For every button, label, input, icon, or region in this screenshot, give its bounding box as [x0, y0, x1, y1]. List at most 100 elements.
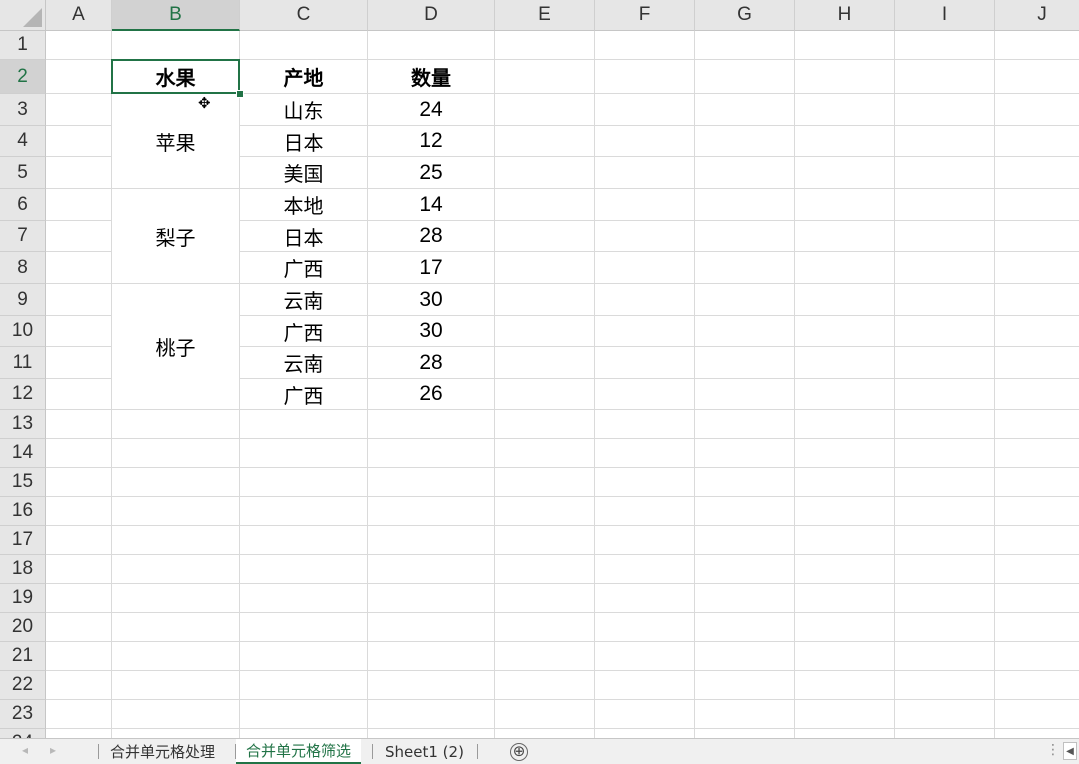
grid-cell[interactable]	[595, 410, 695, 439]
grid-cell[interactable]	[595, 31, 695, 60]
grid-cell[interactable]	[112, 671, 240, 700]
tab-scroll-next-icon[interactable]: ▸	[50, 743, 56, 757]
grid-cell[interactable]	[495, 526, 595, 555]
grid-cell[interactable]	[495, 252, 595, 284]
grid-cell[interactable]	[695, 379, 795, 410]
grid-cell[interactable]	[595, 221, 695, 252]
origin-cell[interactable]: 云南	[240, 284, 368, 316]
grid-cell[interactable]	[240, 439, 368, 468]
grid-cell[interactable]	[240, 584, 368, 613]
grid-cell[interactable]	[240, 526, 368, 555]
row-header-10[interactable]: 10	[0, 316, 46, 347]
row-header-14[interactable]: 14	[0, 439, 46, 468]
grid-cell[interactable]	[895, 468, 995, 497]
grid-cell[interactable]	[895, 157, 995, 189]
grid-cell[interactable]	[595, 613, 695, 642]
grid-cell[interactable]	[495, 729, 595, 738]
grid-cell[interactable]	[46, 157, 112, 189]
grid-cell[interactable]	[112, 468, 240, 497]
grid-cell[interactable]	[895, 700, 995, 729]
row-header-7[interactable]: 7	[0, 221, 46, 252]
row-header-22[interactable]: 22	[0, 671, 46, 700]
grid-cell[interactable]	[695, 31, 795, 60]
grid-cell[interactable]	[795, 379, 895, 410]
grid-cell[interactable]	[368, 439, 495, 468]
grid-cell[interactable]	[240, 468, 368, 497]
column-header-f[interactable]: F	[595, 0, 695, 31]
grid-cell[interactable]	[895, 497, 995, 526]
grid-cell[interactable]	[495, 347, 595, 379]
grid-cell[interactable]	[695, 468, 795, 497]
grid-cell[interactable]	[795, 410, 895, 439]
grid-cell[interactable]	[595, 468, 695, 497]
grid-cell[interactable]	[46, 60, 112, 94]
quantity-cell[interactable]: 14	[368, 189, 495, 221]
grid-cell[interactable]	[46, 221, 112, 252]
grid-cell[interactable]	[895, 189, 995, 221]
grid-cell[interactable]	[495, 468, 595, 497]
quantity-cell[interactable]: 12	[368, 126, 495, 157]
grid-cell[interactable]	[495, 671, 595, 700]
grid-cell[interactable]	[695, 555, 795, 584]
grid-cell[interactable]	[995, 671, 1079, 700]
quantity-cell[interactable]: 24	[368, 94, 495, 126]
grid-cell[interactable]	[995, 555, 1079, 584]
table-header-origin[interactable]: 产地	[240, 60, 368, 94]
grid-cell[interactable]	[695, 157, 795, 189]
row-header-20[interactable]: 20	[0, 613, 46, 642]
grid-cell[interactable]	[112, 642, 240, 671]
grid-cell[interactable]	[495, 126, 595, 157]
grid-cell[interactable]	[895, 584, 995, 613]
grid-cell[interactable]	[240, 613, 368, 642]
grid-cell[interactable]	[695, 126, 795, 157]
origin-cell[interactable]: 广西	[240, 379, 368, 410]
grid-cell[interactable]	[695, 584, 795, 613]
origin-cell[interactable]: 美国	[240, 157, 368, 189]
grid-cell[interactable]	[595, 284, 695, 316]
column-header-a[interactable]: A	[46, 0, 112, 31]
row-header-21[interactable]: 21	[0, 642, 46, 671]
sheet-tab-merge-filter[interactable]: 合并单元格筛选	[236, 739, 362, 764]
grid-cell[interactable]	[995, 526, 1079, 555]
origin-cell[interactable]: 云南	[240, 347, 368, 379]
row-header-4[interactable]: 4	[0, 126, 46, 157]
grid-cell[interactable]	[495, 410, 595, 439]
grid-cell[interactable]	[795, 31, 895, 60]
grid-cell[interactable]	[995, 252, 1079, 284]
grid-cell[interactable]	[46, 316, 112, 347]
grid-cell[interactable]	[595, 526, 695, 555]
grid-cell[interactable]	[695, 60, 795, 94]
merged-fruit-cell[interactable]: 梨子	[112, 189, 240, 284]
grid-cell[interactable]	[995, 410, 1079, 439]
grid-cell[interactable]	[995, 642, 1079, 671]
grid-cell[interactable]	[795, 189, 895, 221]
grid-cell[interactable]	[240, 555, 368, 584]
grid-cell[interactable]	[895, 126, 995, 157]
grid-cell[interactable]	[112, 700, 240, 729]
grid-cell[interactable]	[795, 642, 895, 671]
grid-cell[interactable]	[995, 284, 1079, 316]
grid-cell[interactable]	[46, 555, 112, 584]
grid-cell[interactable]	[795, 700, 895, 729]
grid-cell[interactable]	[46, 468, 112, 497]
grid-cell[interactable]	[695, 671, 795, 700]
grid-cell[interactable]	[995, 347, 1079, 379]
grid-cell[interactable]	[895, 555, 995, 584]
grid-cell[interactable]	[795, 729, 895, 738]
grid-cell[interactable]	[46, 94, 112, 126]
row-header-9[interactable]: 9	[0, 284, 46, 316]
grid-cell[interactable]	[595, 189, 695, 221]
more-options-icon[interactable]: ⋮	[1046, 742, 1060, 758]
grid-cell[interactable]	[46, 410, 112, 439]
quantity-cell[interactable]: 28	[368, 221, 495, 252]
sheet-tab-merge-process[interactable]: 合并单元格处理	[100, 739, 225, 764]
grid-cell[interactable]	[695, 700, 795, 729]
grid-cell[interactable]	[695, 439, 795, 468]
grid-cell[interactable]	[895, 729, 995, 738]
grid-cell[interactable]	[368, 729, 495, 738]
column-header-d[interactable]: D	[368, 0, 495, 31]
grid-cell[interactable]	[595, 60, 695, 94]
grid-cell[interactable]	[46, 526, 112, 555]
grid-cell[interactable]	[795, 526, 895, 555]
row-header-15[interactable]: 15	[0, 468, 46, 497]
